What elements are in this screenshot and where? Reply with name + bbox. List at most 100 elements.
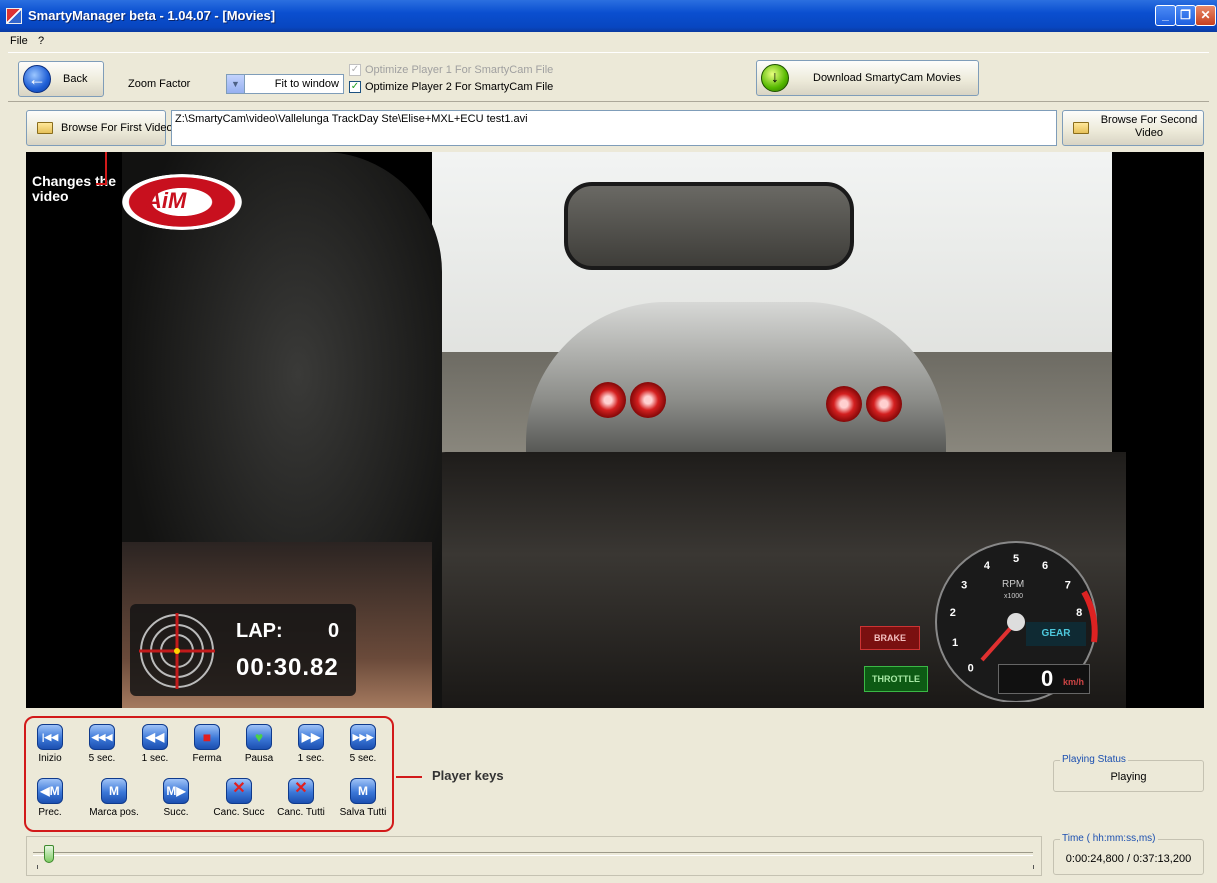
menu-file[interactable]: File: [10, 35, 28, 47]
player-key-mark-position[interactable]: M Marca pos.: [86, 778, 142, 828]
player-key-label: Prec.: [38, 807, 62, 818]
close-button[interactable]: ✕: [1195, 5, 1216, 26]
player-key-label: Canc. Tutti: [277, 807, 325, 818]
speed-unit: km/h: [1063, 677, 1085, 687]
next-mark-icon: M▶: [163, 778, 189, 804]
checkbox-check-icon: ✓: [349, 64, 361, 76]
player-key-forward-1[interactable]: ▶▶ 1 sec.: [283, 724, 339, 774]
download-arrow-icon: ↓: [761, 64, 789, 92]
browse-first-video-button[interactable]: Browse For First Video: [26, 110, 173, 146]
player-key-label: 1 sec.: [297, 753, 325, 764]
save-all-icon: M: [350, 778, 376, 804]
throttle-indicator: THROTTLE: [864, 666, 928, 692]
timeline-thumb[interactable]: [44, 845, 54, 863]
gauge-tick-label: 3: [961, 579, 967, 591]
brake-indicator: BRAKE: [860, 626, 920, 650]
timeline-slider[interactable]: [26, 836, 1042, 876]
player-key-label: Succ.: [163, 807, 189, 818]
chevron-down-icon[interactable]: ▼: [227, 75, 245, 93]
player-key-skip-start[interactable]: |◀◀ Inizio: [22, 724, 78, 774]
player-keys-callout-line: [396, 776, 422, 778]
player-key-rewind-1[interactable]: ◀◀ 1 sec.: [127, 724, 183, 774]
optimize-player1-label: Optimize Player 1 For SmartyCam File: [365, 64, 554, 76]
rewind-1-icon: ◀◀: [142, 724, 168, 750]
speed-value: 0: [1041, 666, 1054, 691]
browse-second-video-button[interactable]: Browse For Second Video: [1062, 110, 1204, 146]
app-icon: [6, 8, 22, 24]
gauge-tick-label: 7: [1065, 579, 1071, 591]
player-key-delete-next[interactable]: ✕ Canc. Succ: [211, 778, 267, 828]
restore-button[interactable]: ❐: [1175, 5, 1196, 26]
prev-mark-icon: ◀M: [37, 778, 63, 804]
player-key-label: Inizio: [38, 753, 62, 764]
mark-position-icon: M: [101, 778, 127, 804]
player-key-label: 5 sec.: [88, 753, 116, 764]
player-key-label: Canc. Succ: [213, 807, 265, 818]
stop-icon: ■: [194, 724, 220, 750]
time-legend: Time ( hh:mm:ss,ms): [1060, 833, 1158, 844]
player-key-label: 5 sec.: [349, 753, 377, 764]
toolbar: [8, 52, 1209, 102]
gear-indicator: GEAR: [1026, 622, 1086, 646]
player-key-label: Pausa: [244, 753, 274, 764]
lap-time: 00:30.82: [236, 654, 339, 681]
player-key-label: Marca pos.: [89, 807, 139, 818]
timeline-track: [33, 852, 1033, 856]
player-key-label: Ferma: [192, 753, 222, 764]
zoom-factor-select[interactable]: ▼ Fit to window: [226, 74, 344, 94]
gauge-tick-label: 4: [984, 560, 991, 572]
back-button[interactable]: ← Back: [18, 61, 104, 97]
zoom-factor-label: Zoom Factor: [128, 78, 191, 90]
player-key-delete-all[interactable]: ✕ Canc. Tutti: [273, 778, 329, 828]
player-key-pause[interactable]: ♥ Pausa: [231, 724, 287, 774]
checkbox-check-icon: ✓: [349, 81, 361, 93]
aim-logo-text: AiM: [146, 188, 187, 213]
video-path-field[interactable]: Z:\SmartyCam\video\Vallelunga TrackDay S…: [171, 110, 1057, 146]
folder-icon: [37, 122, 53, 134]
gauge-tick-label: 6: [1042, 560, 1048, 572]
skip-start-icon: |◀◀: [37, 724, 63, 750]
player-key-label: 1 sec.: [141, 753, 169, 764]
player-keys-annotation: Player keys: [432, 768, 504, 783]
download-label: Download SmartyCam Movies: [813, 72, 961, 84]
player-keys-panel: |◀◀ Inizio ◀◀◀ 5 sec. ◀◀ 1 sec. ■ Ferma ♥ Pausa ▶▶…: [24, 716, 394, 832]
window-title: SmartyManager beta - 1.04.07 - [Movies]: [28, 8, 276, 23]
gauge-tick-label: 2: [950, 607, 956, 619]
browse-first-label: Browse For First Video: [61, 122, 173, 134]
lap-label: LAP:: [236, 620, 283, 642]
playing-status-legend: Playing Status: [1060, 754, 1128, 765]
video-player[interactable]: AiM Changes the video LAP: 0 00:30.82 01…: [26, 152, 1204, 708]
gauge-tick-label: 0: [968, 662, 974, 674]
gauge-tick-label: 5: [1013, 553, 1019, 565]
forward-5-icon: ▶▶▶: [350, 724, 376, 750]
download-smartycam-button[interactable]: ↓ Download SmartyCam Movies: [756, 60, 979, 96]
menu-help[interactable]: ?: [38, 35, 44, 47]
gauge-tick-label: 8: [1076, 607, 1082, 619]
optimize-player2-label: Optimize Player 2 For SmartyCam File: [365, 81, 554, 93]
zoom-factor-value: Fit to window: [274, 78, 339, 90]
time-group: Time ( hh:mm:ss,ms) 0:00:24,800 / 0:37:1…: [1053, 833, 1204, 875]
lap-value: 0: [328, 620, 340, 642]
minimize-button[interactable]: _: [1155, 5, 1176, 26]
player-key-save-all[interactable]: M Salva Tutti: [335, 778, 391, 828]
title-bar: SmartyManager beta - 1.04.07 - [Movies] …: [0, 0, 1217, 32]
player-key-forward-5[interactable]: ▶▶▶ 5 sec.: [335, 724, 391, 774]
rpm-label: RPM: [1002, 579, 1024, 590]
pause-icon: ♥: [246, 724, 272, 750]
delete-next-icon: ✕: [226, 778, 252, 804]
player-key-stop[interactable]: ■ Ferma: [179, 724, 235, 774]
video-rear-mirror: [564, 182, 854, 270]
player-key-rewind-5[interactable]: ◀◀◀ 5 sec.: [74, 724, 130, 774]
playing-status-value: Playing: [1110, 771, 1147, 783]
rpm-multiplier: x1000: [1004, 593, 1023, 600]
browse-second-label: Browse For Second Video: [1100, 114, 1198, 139]
changes-video-callout-line: [96, 152, 107, 185]
player-key-next-mark[interactable]: M▶ Succ.: [148, 778, 204, 828]
back-label: Back: [63, 73, 88, 85]
target-icon: [139, 613, 215, 689]
player-key-prev-mark[interactable]: ◀M Prec.: [22, 778, 78, 828]
back-arrow-icon: ←: [23, 65, 51, 93]
menu-bar: File ?: [0, 32, 1217, 50]
delete-all-icon: ✕: [288, 778, 314, 804]
forward-1-icon: ▶▶: [298, 724, 324, 750]
